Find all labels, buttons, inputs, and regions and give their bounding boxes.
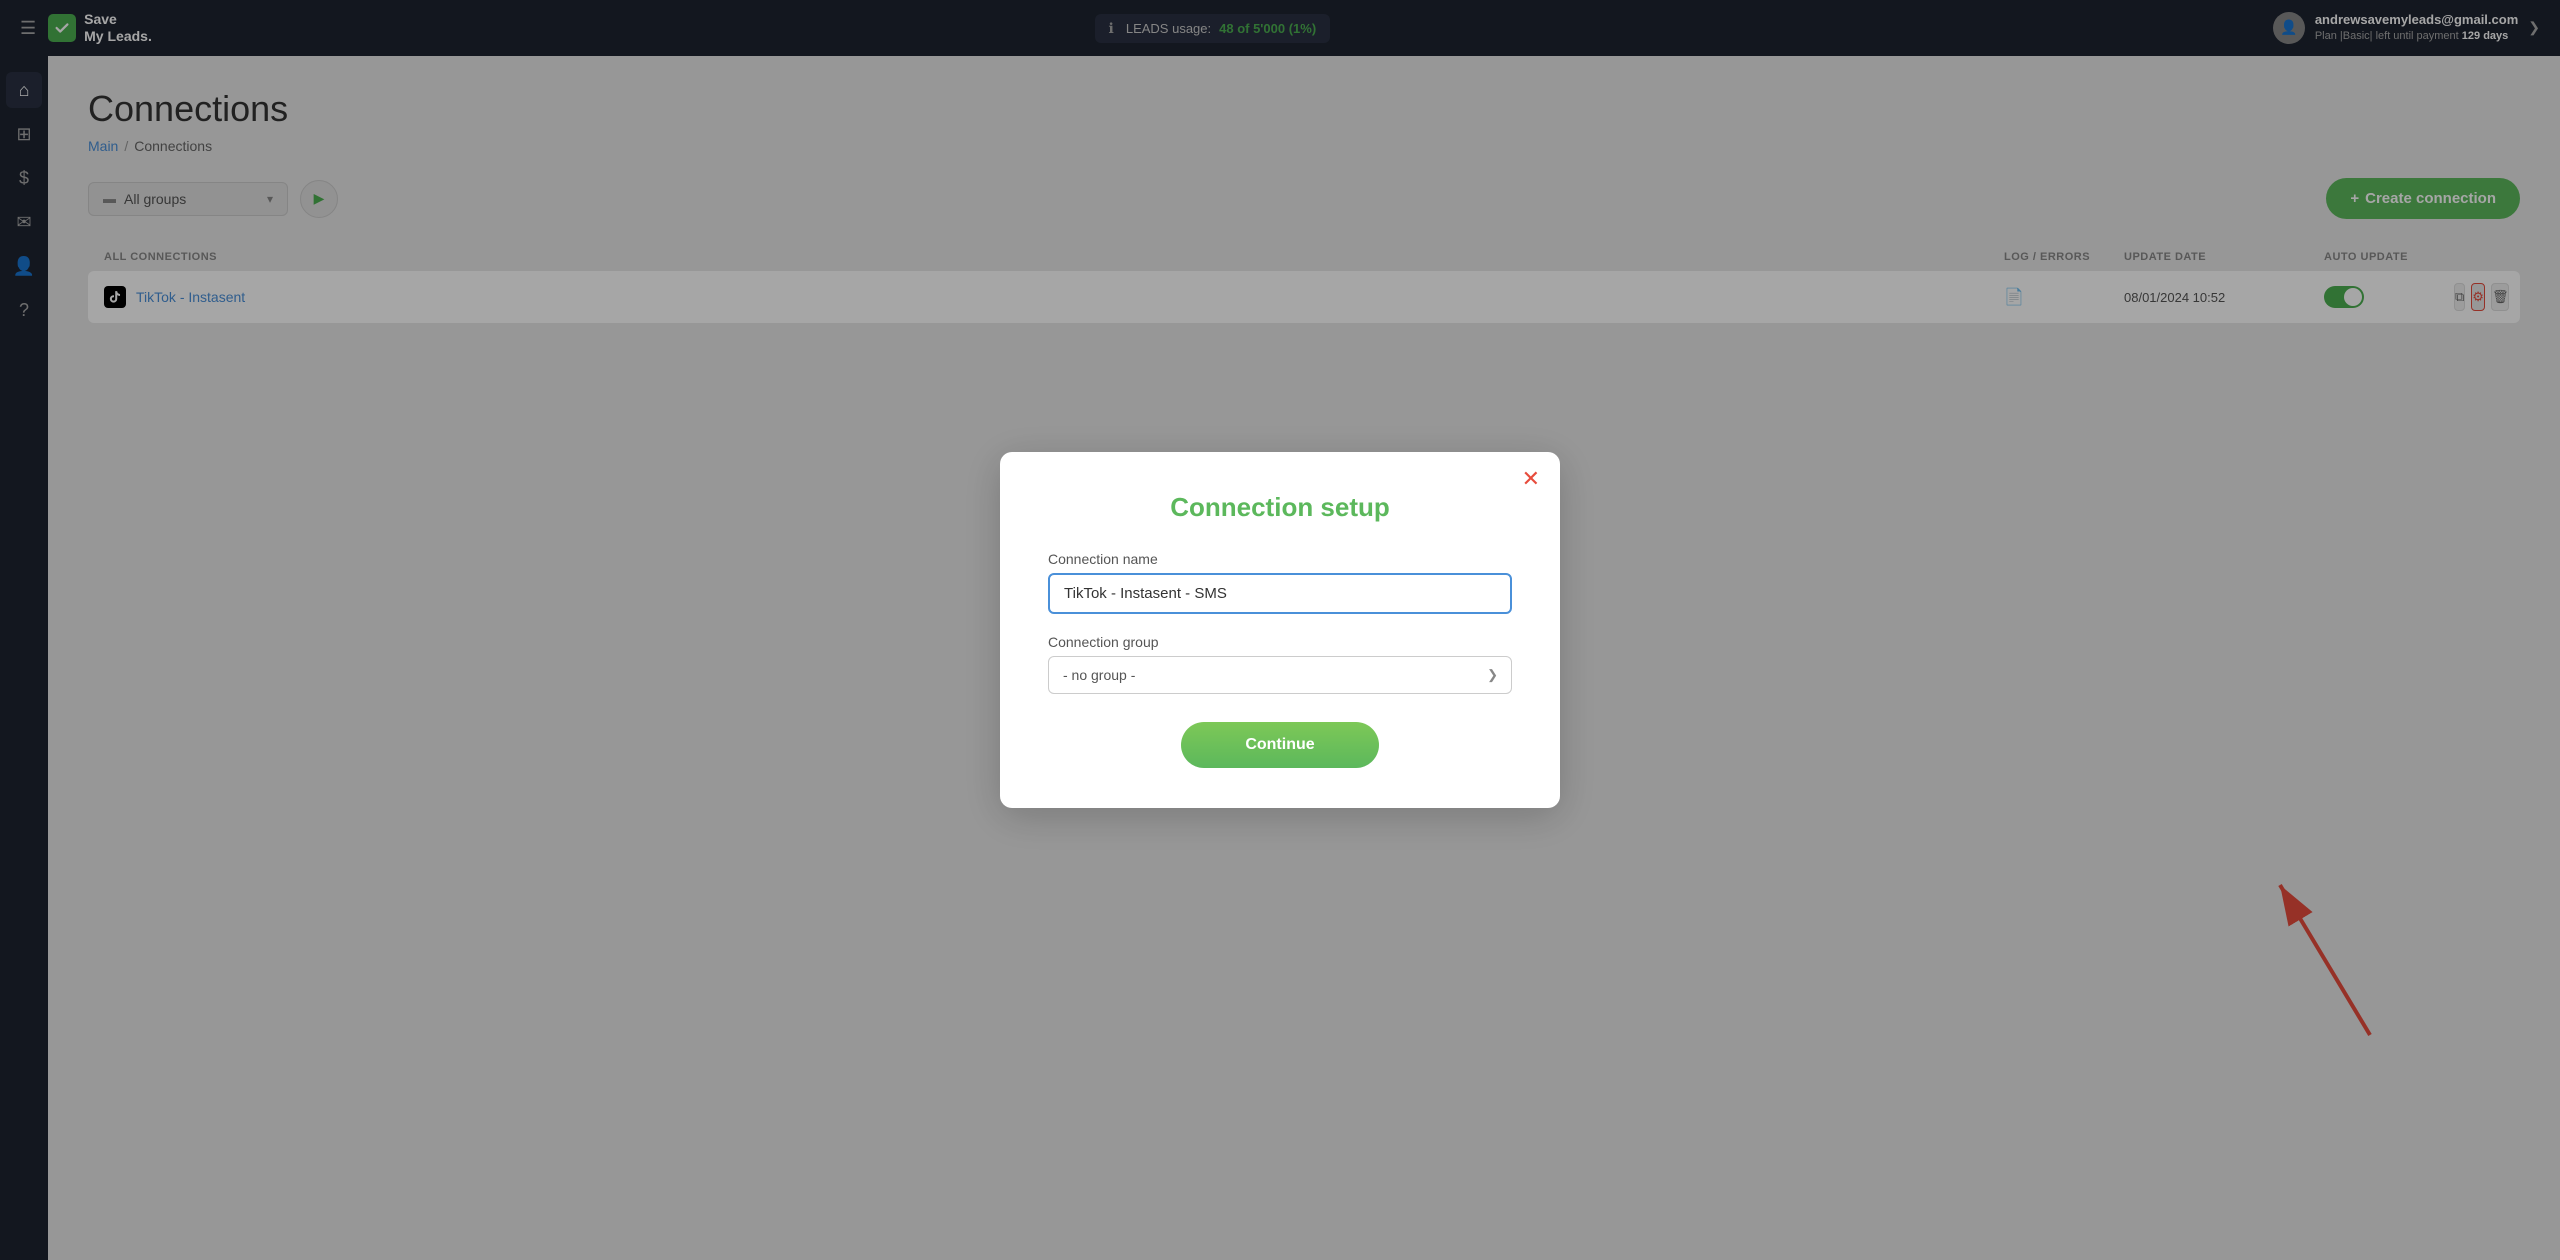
modal-close-button[interactable]: ✕ [1522,468,1540,490]
select-wrapper: - no group - ❯ [1048,656,1512,694]
connection-group-field-group: Connection group - no group - ❯ [1048,634,1512,694]
connection-name-field-group: Connection name [1048,551,1512,614]
connection-setup-modal: ✕ Connection setup Connection name Conne… [1000,452,1560,808]
modal-overlay: ✕ Connection setup Connection name Conne… [0,0,2560,1260]
connection-name-input[interactable] [1048,573,1512,614]
modal-actions: Continue [1048,722,1512,768]
connection-group-label: Connection group [1048,634,1512,650]
connection-name-label: Connection name [1048,551,1512,567]
continue-button[interactable]: Continue [1181,722,1378,768]
connection-group-select[interactable]: - no group - [1048,656,1512,694]
modal-title: Connection setup [1048,492,1512,523]
